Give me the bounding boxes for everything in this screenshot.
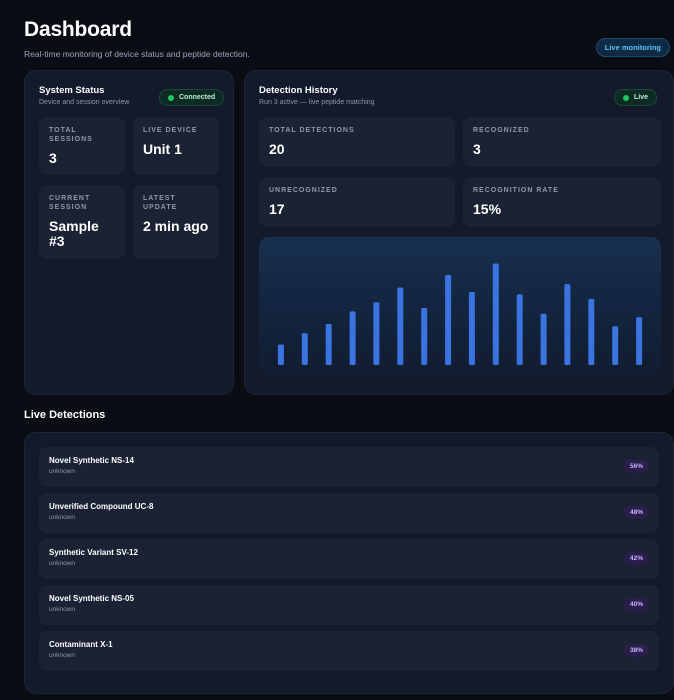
detection-item[interactable]: Novel Synthetic NS-05 unknown 40% bbox=[39, 585, 659, 625]
latest-update-tile: LATEST UPDATE 2 min ago bbox=[133, 185, 219, 259]
tile-label: TOTAL SESSIONS bbox=[49, 127, 93, 143]
current-session-tile: CURRENT SESSION Sample #3 bbox=[39, 185, 125, 259]
stat-value: 3 bbox=[473, 140, 481, 157]
detection-chart bbox=[259, 237, 661, 377]
detection-item[interactable]: Novel Synthetic NS-14 unknown 56% bbox=[39, 447, 659, 487]
detection-history-card: Detection History Run 3 active — live pe… bbox=[244, 70, 674, 395]
chart-bar bbox=[325, 324, 332, 365]
status-dot-icon bbox=[168, 94, 174, 101]
live-monitoring-badge[interactable]: Live monitoring bbox=[595, 38, 670, 57]
stat-value: 20 bbox=[269, 140, 285, 157]
chart-bar bbox=[445, 274, 452, 365]
confidence-badge: 38% bbox=[623, 644, 649, 657]
confidence-badge: 56% bbox=[623, 460, 649, 473]
detection-item[interactable]: Synthetic Variant SV-12 unknown 42% bbox=[39, 539, 659, 579]
tile-label: CURRENT SESSION bbox=[49, 195, 91, 211]
status-dot-icon bbox=[622, 94, 629, 101]
chart-bar bbox=[468, 292, 475, 365]
tile-label: LIVE DEVICE bbox=[143, 127, 198, 134]
live-detections-title: Live Detections bbox=[24, 409, 106, 421]
chart-bar bbox=[301, 333, 308, 365]
page-subtitle: Real-time monitoring of device status an… bbox=[24, 49, 250, 59]
confidence-badge: 42% bbox=[623, 552, 649, 565]
live-badge: Live bbox=[613, 89, 657, 106]
chart-bar bbox=[564, 284, 571, 365]
chart-bar bbox=[349, 311, 356, 365]
detection-status: unknown bbox=[49, 468, 76, 475]
dashboard-page: Dashboard Real-time monitoring of device… bbox=[0, 0, 674, 700]
detection-item[interactable]: Unverified Compound UC-8 unknown 48% bbox=[39, 493, 659, 533]
tile-value: Unit 1 bbox=[143, 140, 182, 157]
detection-name: Novel Synthetic NS-14 bbox=[49, 456, 134, 465]
detection-item[interactable]: Contaminant X-1 unknown 38% bbox=[39, 631, 659, 671]
detection-name: Novel Synthetic NS-05 bbox=[49, 594, 134, 603]
unrecognized-tile: UNRECOGNIZED 17 bbox=[259, 177, 455, 227]
tile-value: Sample #3 bbox=[49, 217, 99, 249]
page-header: Dashboard Real-time monitoring of device… bbox=[24, 18, 674, 59]
tile-value: 3 bbox=[49, 149, 57, 166]
confidence-badge: 40% bbox=[623, 598, 649, 611]
stat-label: RECOGNITION RATE bbox=[473, 187, 559, 194]
system-status-card: System Status Device and session overvie… bbox=[24, 70, 234, 395]
chart-bar bbox=[516, 294, 523, 365]
detection-bar-chart bbox=[277, 263, 643, 365]
stat-label: TOTAL DETECTIONS bbox=[269, 127, 355, 134]
chart-bar bbox=[373, 302, 380, 365]
chart-bar bbox=[492, 263, 499, 365]
stat-label: UNRECOGNIZED bbox=[269, 187, 338, 194]
recognition-rate-tile: RECOGNITION RATE 15% bbox=[463, 177, 661, 227]
chart-bar bbox=[540, 313, 547, 365]
stat-value: 15% bbox=[473, 200, 502, 217]
live-label: Live bbox=[633, 94, 648, 101]
chart-bar bbox=[397, 287, 404, 365]
detection-status: unknown bbox=[49, 606, 76, 613]
detection-name: Synthetic Variant SV-12 bbox=[49, 548, 138, 557]
live-detections-card: Novel Synthetic NS-14 unknown 56% Unveri… bbox=[24, 432, 674, 694]
stat-label: RECOGNIZED bbox=[473, 127, 530, 134]
page-title: Dashboard bbox=[24, 18, 132, 41]
detection-status: unknown bbox=[49, 652, 76, 659]
detection-history-subtitle: Run 3 active — live peptide matching bbox=[259, 99, 375, 106]
total-sessions-tile: TOTAL SESSIONS 3 bbox=[39, 117, 125, 175]
recognized-tile: RECOGNIZED 3 bbox=[463, 117, 661, 167]
chart-bar bbox=[277, 344, 284, 365]
chart-bar bbox=[612, 326, 619, 365]
tile-value: 2 min ago bbox=[143, 217, 209, 234]
detection-status: unknown bbox=[49, 514, 76, 521]
chart-bar bbox=[588, 298, 595, 365]
detection-history-title: Detection History bbox=[259, 85, 338, 96]
connected-label: Connected bbox=[179, 94, 216, 101]
confidence-badge: 48% bbox=[623, 506, 649, 519]
connected-badge: Connected bbox=[159, 89, 225, 106]
tile-label: LATEST UPDATE bbox=[143, 195, 178, 211]
live-device-tile: LIVE DEVICE Unit 1 bbox=[133, 117, 219, 175]
detection-name: Unverified Compound UC-8 bbox=[49, 502, 154, 511]
chart-bar bbox=[421, 308, 428, 365]
chart-bar bbox=[636, 317, 643, 365]
detection-status: unknown bbox=[49, 560, 76, 567]
total-detections-tile: TOTAL DETECTIONS 20 bbox=[259, 117, 455, 167]
stat-value: 17 bbox=[269, 200, 285, 217]
detection-name: Contaminant X-1 bbox=[49, 640, 113, 649]
